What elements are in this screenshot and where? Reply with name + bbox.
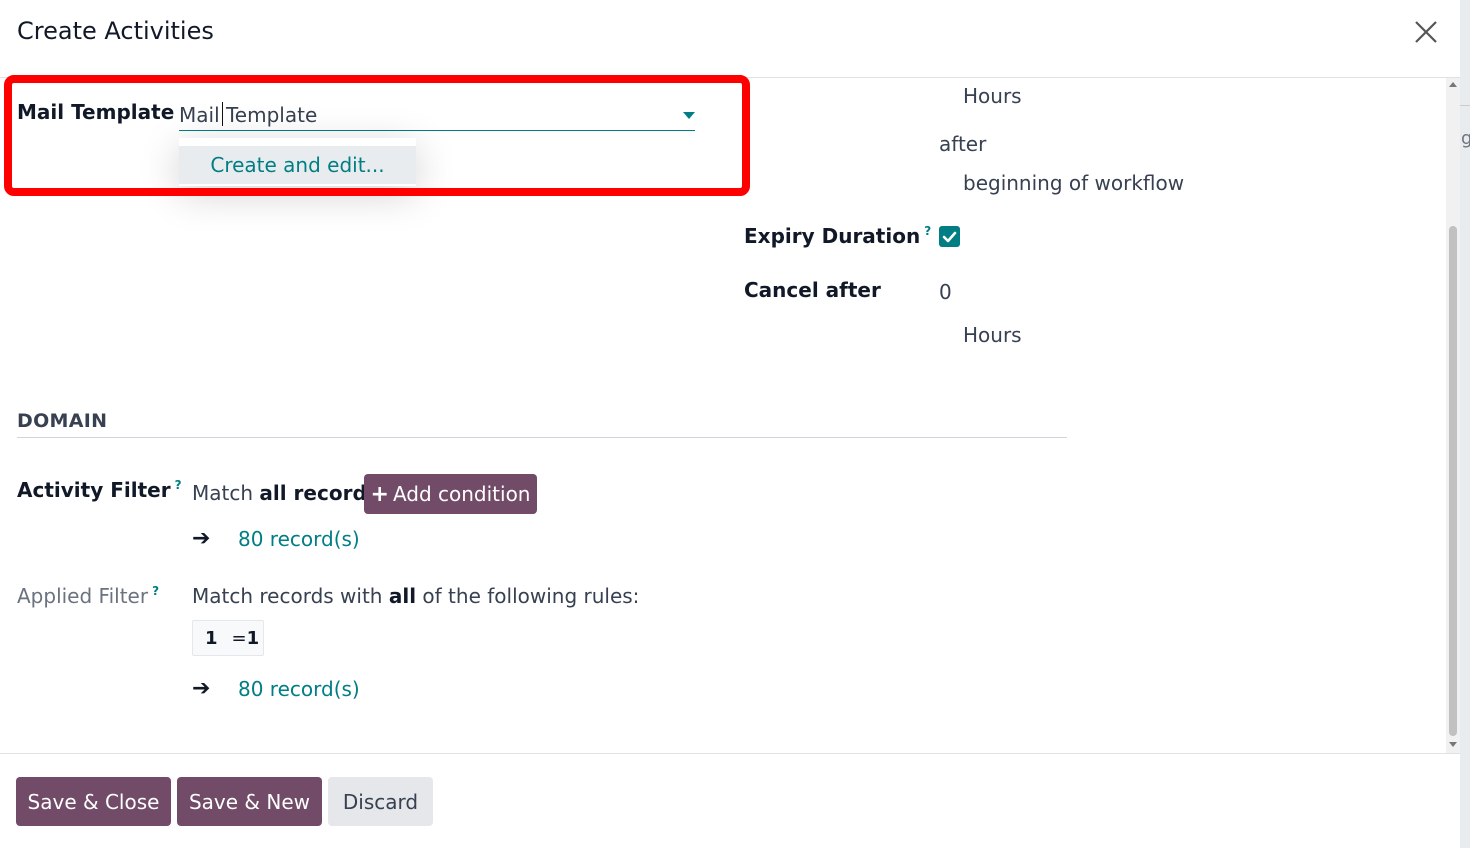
deadline-reference: beginning of workflow <box>963 171 1185 195</box>
expiry-duration-checkbox[interactable] <box>939 226 960 247</box>
arrow-right-icon: ➔ <box>192 676 211 701</box>
dialog-title: Create Activities <box>17 17 214 45</box>
activity-filter-records-link[interactable]: 80 record(s) <box>238 527 360 551</box>
applied-filter-label-text: Applied Filter <box>17 584 149 608</box>
add-condition-button[interactable]: + Add condition <box>364 474 537 514</box>
rule-expression: =1 <box>232 628 260 649</box>
scroll-thumb[interactable] <box>1449 226 1457 736</box>
help-icon[interactable]: ? <box>924 224 931 238</box>
rule-text-bold: all <box>388 584 417 608</box>
background-page-edge: g <box>1460 0 1470 848</box>
scroll-up-icon[interactable] <box>1449 82 1457 87</box>
section-title-domain: DOMAIN <box>17 410 108 432</box>
rule-operator: = <box>231 627 247 649</box>
checkmark-icon <box>942 231 957 243</box>
deadline-unit: Hours <box>963 84 1022 108</box>
activity-filter-match-text: Match all records <box>192 481 379 505</box>
arrow-right-icon: ➔ <box>192 526 211 551</box>
section-divider <box>17 437 1067 438</box>
rule-right: 1 <box>246 627 260 649</box>
cancel-after-value[interactable]: 0 <box>939 280 952 304</box>
cancel-after-unit: Hours <box>963 323 1022 347</box>
dialog-header <box>0 0 1460 78</box>
expiry-duration-label: Expiry Duration? <box>744 224 931 248</box>
plus-icon: + <box>370 481 389 507</box>
match-prefix: Match <box>192 481 254 505</box>
annotation-highlight-box <box>4 75 750 196</box>
activity-filter-label-text: Activity Filter <box>17 478 171 502</box>
deadline-after: after <box>939 132 987 156</box>
save-close-button[interactable]: Save & Close <box>16 777 171 826</box>
activity-filter-label: Activity Filter? <box>17 478 182 502</box>
expiry-duration-label-text: Expiry Duration <box>744 224 921 248</box>
close-icon[interactable] <box>1410 16 1442 48</box>
applied-filter-rule-text: Match records with all of the following … <box>192 584 639 608</box>
rule-text-prefix: Match records with <box>192 584 383 608</box>
rule-text-suffix: of the following rules: <box>422 584 640 608</box>
add-condition-label: Add condition <box>392 482 531 506</box>
save-new-button[interactable]: Save & New <box>177 777 322 826</box>
applied-filter-rule: 1 =1 <box>192 620 264 656</box>
scrollbar[interactable] <box>1446 78 1460 754</box>
rule-left: 1 <box>205 627 218 649</box>
help-icon[interactable]: ? <box>175 478 182 492</box>
scroll-down-icon[interactable] <box>1449 742 1457 747</box>
footer-divider <box>0 753 1460 754</box>
applied-filter-label: Applied Filter? <box>17 584 159 608</box>
discard-button[interactable]: Discard <box>328 777 433 826</box>
help-icon[interactable]: ? <box>152 584 159 598</box>
cancel-after-label: Cancel after <box>744 278 881 302</box>
match-bold: all records <box>259 481 379 505</box>
applied-filter-records-link[interactable]: 80 record(s) <box>238 677 360 701</box>
